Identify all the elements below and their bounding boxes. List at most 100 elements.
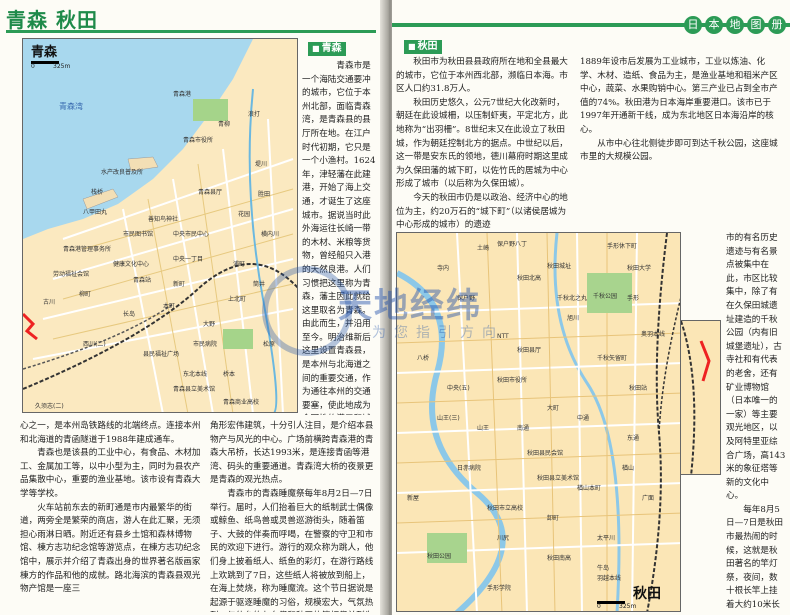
map-label: 青森港管理事务所 (63, 246, 112, 253)
aomori-paragraph: 青森市是一个海陆交通要冲的城市，它位于本州北部，面临青森湾，是青森县的县厅所在地… (302, 61, 376, 415)
map-label: 栈桥 (91, 189, 104, 196)
aomori-text-col2: 心之一，是本州岛铁路线的北端终点。连接本州和北海道的青函隧道于1988年建成通车… (20, 421, 201, 595)
map-label: 新屋 (407, 495, 420, 502)
map-label: 横内川 (261, 231, 280, 238)
map-label: 市民病院 (193, 341, 218, 348)
map-label: 青森站 (133, 277, 152, 284)
map-label: 旭川 (567, 315, 580, 322)
map-label: 大野 (203, 321, 216, 328)
map-label: 牛岛 (597, 565, 610, 572)
akita-text-col3: 市的有名历史遗迹与有名景点被集中在此，市区比较集中，除了有在久保田城遗址建造的千… (726, 233, 786, 611)
map-label: 新町 (173, 281, 186, 288)
map-label: 东北本线 (183, 371, 208, 378)
page-title-left: 青森 秋田 (6, 8, 98, 32)
map-label: 中央市民中心 (173, 231, 210, 238)
aomori-map-title: 青森 (31, 45, 58, 60)
akita-scale-label: 325m (619, 603, 637, 610)
map-label: 八甲田丸 (83, 209, 108, 216)
aomori-scale-zero: 0 (31, 63, 35, 70)
section-tag-aomori: 青森 (308, 42, 346, 56)
series-char: 日 (684, 16, 702, 34)
map-label: 土崎 (477, 245, 490, 252)
map-label: 青柳 (218, 121, 231, 128)
map-label: 古川 (43, 299, 56, 306)
map-label: 浦町 (233, 261, 246, 268)
map-label: 秋田县立美术馆 (537, 475, 580, 482)
map-label: 卸町 (547, 515, 560, 522)
map-label: 广面 (642, 495, 655, 502)
map-label: 山王(三) (437, 415, 460, 422)
akita-text-col2: 1889年设市后发展为工业城市，工业以炼油、化学、木材、造纸、食品为主，是渔业基… (580, 57, 778, 163)
aomori-text-col3: 角形宏伟建筑，十分引人注目，是介绍本县物产与风光的中心。广场前横跨青森港的青森大… (210, 421, 374, 612)
map-label: 青森市役所 (183, 137, 214, 144)
map-label: 秋田大学 (627, 265, 652, 272)
map-label: 青森港 (173, 91, 192, 98)
title-rule-left (6, 30, 376, 33)
map-label: 保户野八丁 (497, 241, 528, 248)
map-label: 久须志(二) (35, 403, 64, 410)
akita-text-col1: 秋田市为秋田县县政府所在地和全县最大的城市，它位于本州西北部，濒临日本海。市区人… (396, 57, 568, 228)
map-label: 楢山本町 (577, 485, 602, 492)
map-label: 青森湾 (59, 102, 83, 111)
akita-map-title: 秋田 (633, 586, 661, 602)
map-label: 中央一丁目 (173, 256, 204, 263)
aomori-text-col1: 青森市是一个海陆交通要冲的城市，它位于本州北部，面临青森湾，是青森县的县厅所在地… (302, 60, 378, 415)
map-label: 川尻 (497, 535, 510, 542)
map-label: NTT (497, 333, 509, 340)
series-char: 图 (747, 16, 765, 34)
map-label: 青森县立美术馆 (173, 386, 216, 393)
map-label: 手形学院 (487, 585, 512, 592)
map-label: 浪打 (248, 111, 261, 118)
aomori-city-map[interactable]: 青森 0 325m 青森湾 青森港 水产改良普及所 青森市役所 青森站 青森县厅… (22, 38, 298, 413)
map-label: 秋田北高 (517, 275, 542, 282)
map-label: 青森县厅 (198, 189, 223, 196)
series-badge: 日 本 地 图 册 (684, 16, 786, 34)
map-label: 保户野 (457, 295, 476, 302)
map-label: 寺内 (437, 265, 450, 272)
map-label: 秋田县民会馆 (527, 450, 564, 457)
map-label: 秋田公园 (427, 553, 452, 560)
map-label: 县民福祉广场 (143, 351, 180, 358)
map-label: 南通 (517, 425, 530, 432)
map-label: 胜田 (258, 191, 271, 198)
map-label: 山王 (477, 425, 490, 432)
map-label: 太平川 (597, 535, 616, 542)
series-char: 地 (726, 16, 744, 34)
map-label: 楢山 (622, 465, 635, 472)
map-label: 桥本 (223, 371, 236, 378)
map-label: 健康文化中心 (113, 261, 150, 268)
map-label: 秋田县厅 (517, 347, 542, 354)
map-label: 手形 (627, 295, 640, 302)
map-label: 千秋矢留町 (597, 355, 628, 362)
map-label: 市民图书馆 (123, 231, 154, 238)
section-tag-akita: 秋田 (404, 40, 442, 54)
map-label: 善知鸟神社 (148, 216, 179, 223)
akita-map-ext-graphic (681, 321, 711, 474)
map-label: 水产改良普及所 (101, 169, 144, 176)
map-label: 秋田城址 (547, 263, 572, 270)
map-label: 劳动福祉会馆 (53, 271, 90, 278)
akita-scale-zero: 0 (597, 603, 601, 610)
right-header: 日 本 地 图 册 (392, 4, 790, 34)
map-label: 大町 (547, 405, 560, 412)
map-label: 花园 (238, 211, 251, 218)
map-label: 青森商业高校 (223, 399, 260, 406)
aomori-scale-label: 325m (53, 63, 71, 70)
akita-map-extension (681, 320, 721, 475)
series-char: 册 (768, 16, 786, 34)
akita-city-map[interactable]: 秋田 0 325m 保户野八丁 千秋公园 手形休下町 秋田城址 秋田县厅 秋田市… (396, 232, 681, 612)
map-label: 松原 (263, 341, 276, 348)
map-label: 八桥 (417, 355, 430, 362)
map-label: 日赤病院 (457, 465, 482, 472)
map-label: 千秋公园 (593, 293, 618, 300)
map-label: 千秋北之丸 (557, 295, 588, 302)
map-label: 秋田市役所 (497, 377, 528, 384)
map-label: 西川(二) (83, 341, 106, 348)
map-label: 奥羽本线 (641, 331, 666, 338)
left-page: 青森 秋田 青森 0 325m 青森湾 青森港 水产改良普及所 青森市役所 青森… (0, 0, 386, 615)
map-label: 长岛 (123, 311, 136, 318)
map-label: 上北町 (228, 296, 247, 303)
map-label: 本町 (163, 303, 176, 310)
map-label: 中通 (577, 415, 590, 422)
map-label: 秋田市立高校 (487, 505, 524, 512)
